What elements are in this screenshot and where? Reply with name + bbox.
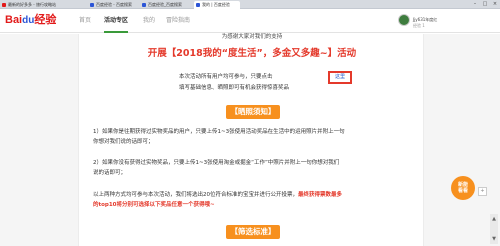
- section-header-criteria: 【筛选标准】: [226, 225, 280, 239]
- expand-icon[interactable]: +: [478, 187, 487, 196]
- screen: 最新的好多多 - 旅行攻略站 百度经验 - 百度搜索 百度经验_百度搜索 我的 …: [0, 0, 500, 246]
- scrollbar[interactable]: ▲ ▼: [490, 214, 498, 244]
- browser-tab[interactable]: 最新的好多多 - 旅行攻略站: [0, 1, 86, 9]
- tab-label: 百度经验_百度搜索: [148, 2, 182, 7]
- avatar[interactable]: [398, 14, 410, 26]
- tab-favicon-icon: [90, 3, 94, 7]
- nav-item-home[interactable]: 首页: [79, 15, 91, 27]
- close-icon[interactable]: ×: [490, 1, 500, 8]
- nav-item-mine[interactable]: 我的: [143, 15, 155, 27]
- tab-label: 我的 | 百度经验: [202, 2, 230, 7]
- rule-1-line-a: 1）如果你是往期获得过实物奖品的用户，只要上传1~3张使用活动奖品在生活中的运用…: [93, 129, 345, 135]
- rule-3-highlight: 最终获得票数最多: [298, 192, 343, 198]
- join-link[interactable]: 这里: [328, 71, 352, 84]
- rule-3-line-a: 以上两种方式均可参与本次活动，我们将选出20位符合标准的宝宝并进行公开投票，最终…: [93, 191, 342, 200]
- logo-text-jingyan: 经验: [34, 14, 57, 26]
- page-title: 开展【2018我的“度生活”，多金又多趣~】活动: [147, 48, 357, 59]
- site-header: Baidu经验 首页 活动专区 我的 冒险指南 Jjy631年度红 经验 1: [0, 9, 500, 33]
- maximize-icon[interactable]: □: [480, 1, 490, 8]
- browser-tab-strip: 最新的好多多 - 旅行攻略站 百度经验 - 百度搜索 百度经验_百度搜索 我的 …: [0, 0, 500, 9]
- nav-item-guide[interactable]: 冒险指南: [166, 15, 190, 27]
- minimize-icon[interactable]: –: [470, 1, 480, 8]
- floating-help-button[interactable]: 新能 看看: [451, 176, 475, 200]
- scroll-down-icon[interactable]: ▼: [491, 236, 497, 242]
- body-line-1: 本次活动所有用户均可参与，只要点击: [179, 74, 273, 80]
- section-header-notice: 【晒照须知】: [226, 105, 280, 119]
- scroll-up-icon[interactable]: ▲: [491, 216, 497, 222]
- rule-1-line-b: 你想对我们说的话即可；: [93, 139, 154, 145]
- rule-3-text: 以上两种方式均可参与本次活动，我们将选出20位符合标准的宝宝并进行公开投票，: [93, 192, 299, 198]
- logo-text-bai: Bai: [5, 14, 23, 26]
- tab-label: 百度经验 - 百度搜索: [96, 2, 132, 7]
- article-content: 为感谢大家对我们的支持 开展【2018我的“度生活”，多金又多趣~】活动 本次活…: [78, 34, 424, 246]
- tab-label: 最新的好多多 - 旅行攻略站: [8, 2, 56, 7]
- browser-tab[interactable]: 百度经验 - 百度搜索: [88, 1, 138, 9]
- baidu-jingyan-logo[interactable]: Baidu经验: [5, 14, 56, 27]
- logo-paw-icon: du: [22, 15, 35, 26]
- browser-tab-active[interactable]: 我的 | 百度经验: [194, 1, 240, 9]
- nav-item-activity[interactable]: 活动专区: [104, 15, 129, 33]
- rule-2-line-a: 2）如果你没有获得过实物奖品，只要上传1~3张使用淘金或掘金“工作”中照片并附上…: [93, 160, 340, 166]
- browser-tab[interactable]: 百度经验_百度搜索: [140, 1, 192, 9]
- rule-3-line-b: 的top10将分别可选择以下奖品任意一个获得哦~: [93, 202, 215, 208]
- intro-text: 为感谢大家对我们的支持: [221, 34, 283, 40]
- body-line-2: 填写基础信息、晒照即可有机会获得惊喜奖品: [179, 85, 290, 91]
- tab-favicon-icon: [2, 3, 6, 7]
- fab-label-2: 看看: [457, 188, 468, 194]
- user-level: 经验 1: [413, 23, 425, 28]
- tab-favicon-icon: [196, 3, 200, 7]
- rule-2-line-b: 说的话即可；: [93, 170, 127, 176]
- tab-favicon-icon: [142, 3, 146, 7]
